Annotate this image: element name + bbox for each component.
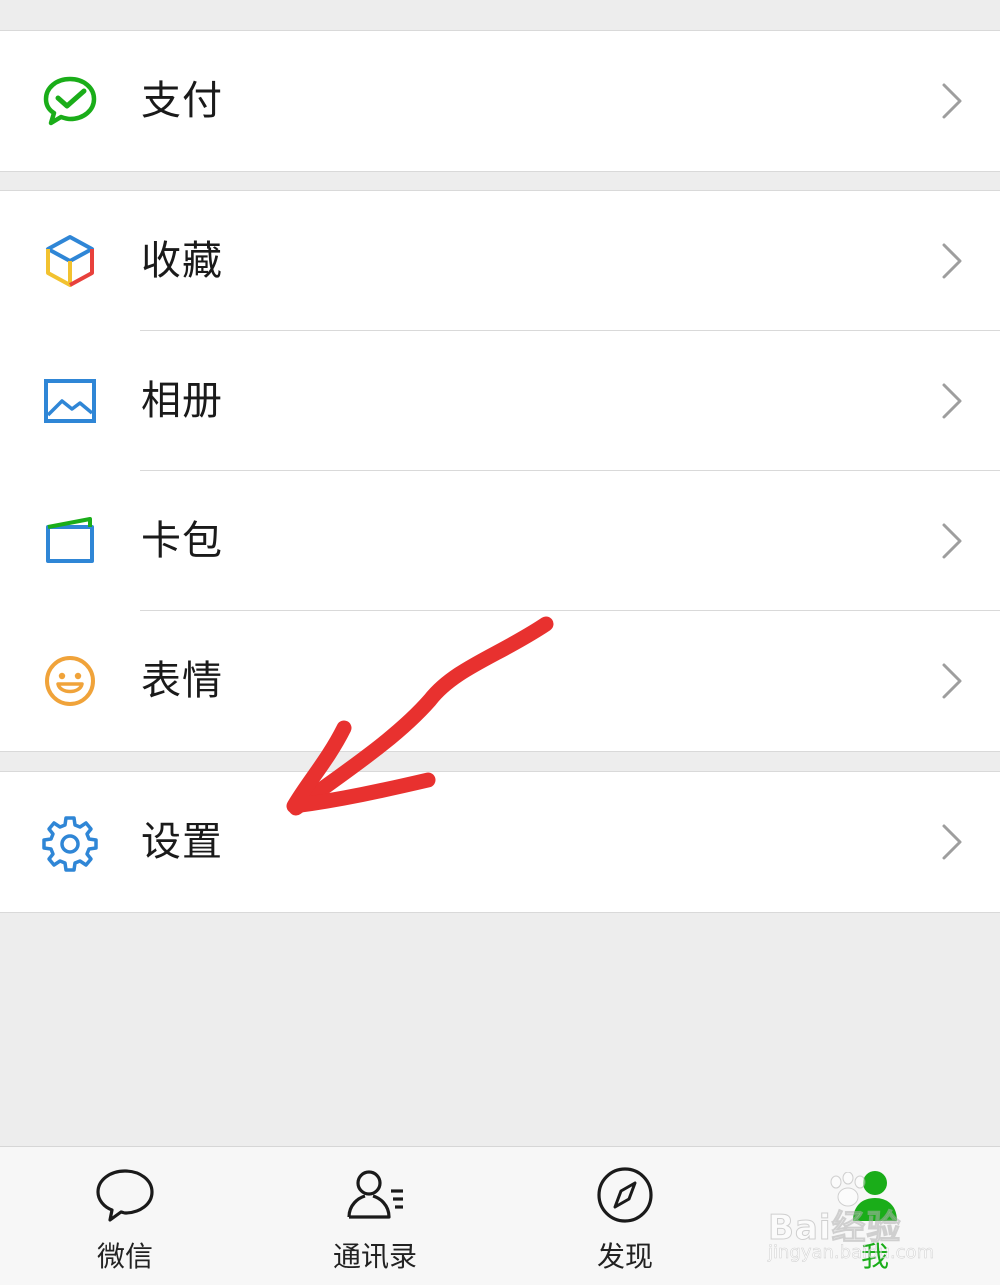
menu-item-label: 支付: [141, 78, 223, 124]
compass-icon: [595, 1165, 655, 1225]
card-wallet-icon: [40, 511, 100, 571]
menu-item-label: 收藏: [141, 238, 223, 284]
chevron-right-icon: [940, 381, 964, 421]
menu-group-main: 收藏 相册 卡包 表情: [0, 190, 1000, 752]
tab-label: 通讯录: [332, 1240, 417, 1273]
menu-item-cards[interactable]: 卡包: [0, 471, 1000, 611]
chevron-right-icon: [940, 81, 964, 121]
wechat-me-screen: 支付 收藏 相册 卡包 表情 设置 微信 通讯录 发现 我 Bai经验 jing…: [0, 0, 1000, 1285]
menu-item-settings[interactable]: 设置: [0, 772, 1000, 912]
chevron-right-icon: [940, 661, 964, 701]
gear-icon: [40, 812, 100, 872]
wechat-pay-icon: [40, 71, 100, 131]
menu-group-pay: 支付: [0, 30, 1000, 172]
menu-item-label: 卡包: [141, 518, 223, 564]
chevron-right-icon: [940, 822, 964, 862]
menu-group-settings: 设置: [0, 771, 1000, 913]
cube-icon: [40, 231, 100, 291]
tab-discover[interactable]: 发现: [500, 1147, 750, 1285]
chevron-right-icon: [940, 521, 964, 561]
menu-item-album[interactable]: 相册: [0, 331, 1000, 471]
contacts-icon: [345, 1165, 405, 1225]
baidu-jingyan-watermark: Bai经验 jingyan.baidu.com: [760, 1170, 980, 1270]
chevron-right-icon: [940, 241, 964, 281]
photo-icon: [40, 371, 100, 431]
watermark-url: jingyan.baidu.com: [768, 1242, 935, 1264]
chat-bubble-icon: [95, 1165, 155, 1225]
menu-item-stickers[interactable]: 表情: [0, 611, 1000, 751]
menu-item-favorites[interactable]: 收藏: [0, 191, 1000, 331]
tab-label: 微信: [96, 1240, 153, 1273]
menu-item-pay[interactable]: 支付: [0, 31, 1000, 171]
smiley-icon: [40, 651, 100, 711]
menu-item-label: 表情: [141, 658, 223, 704]
menu-item-label: 设置: [141, 819, 223, 865]
tab-label: 发现: [596, 1240, 653, 1273]
tab-chats[interactable]: 微信: [0, 1147, 250, 1285]
tab-contacts[interactable]: 通讯录: [250, 1147, 500, 1285]
menu-item-label: 相册: [141, 378, 223, 424]
